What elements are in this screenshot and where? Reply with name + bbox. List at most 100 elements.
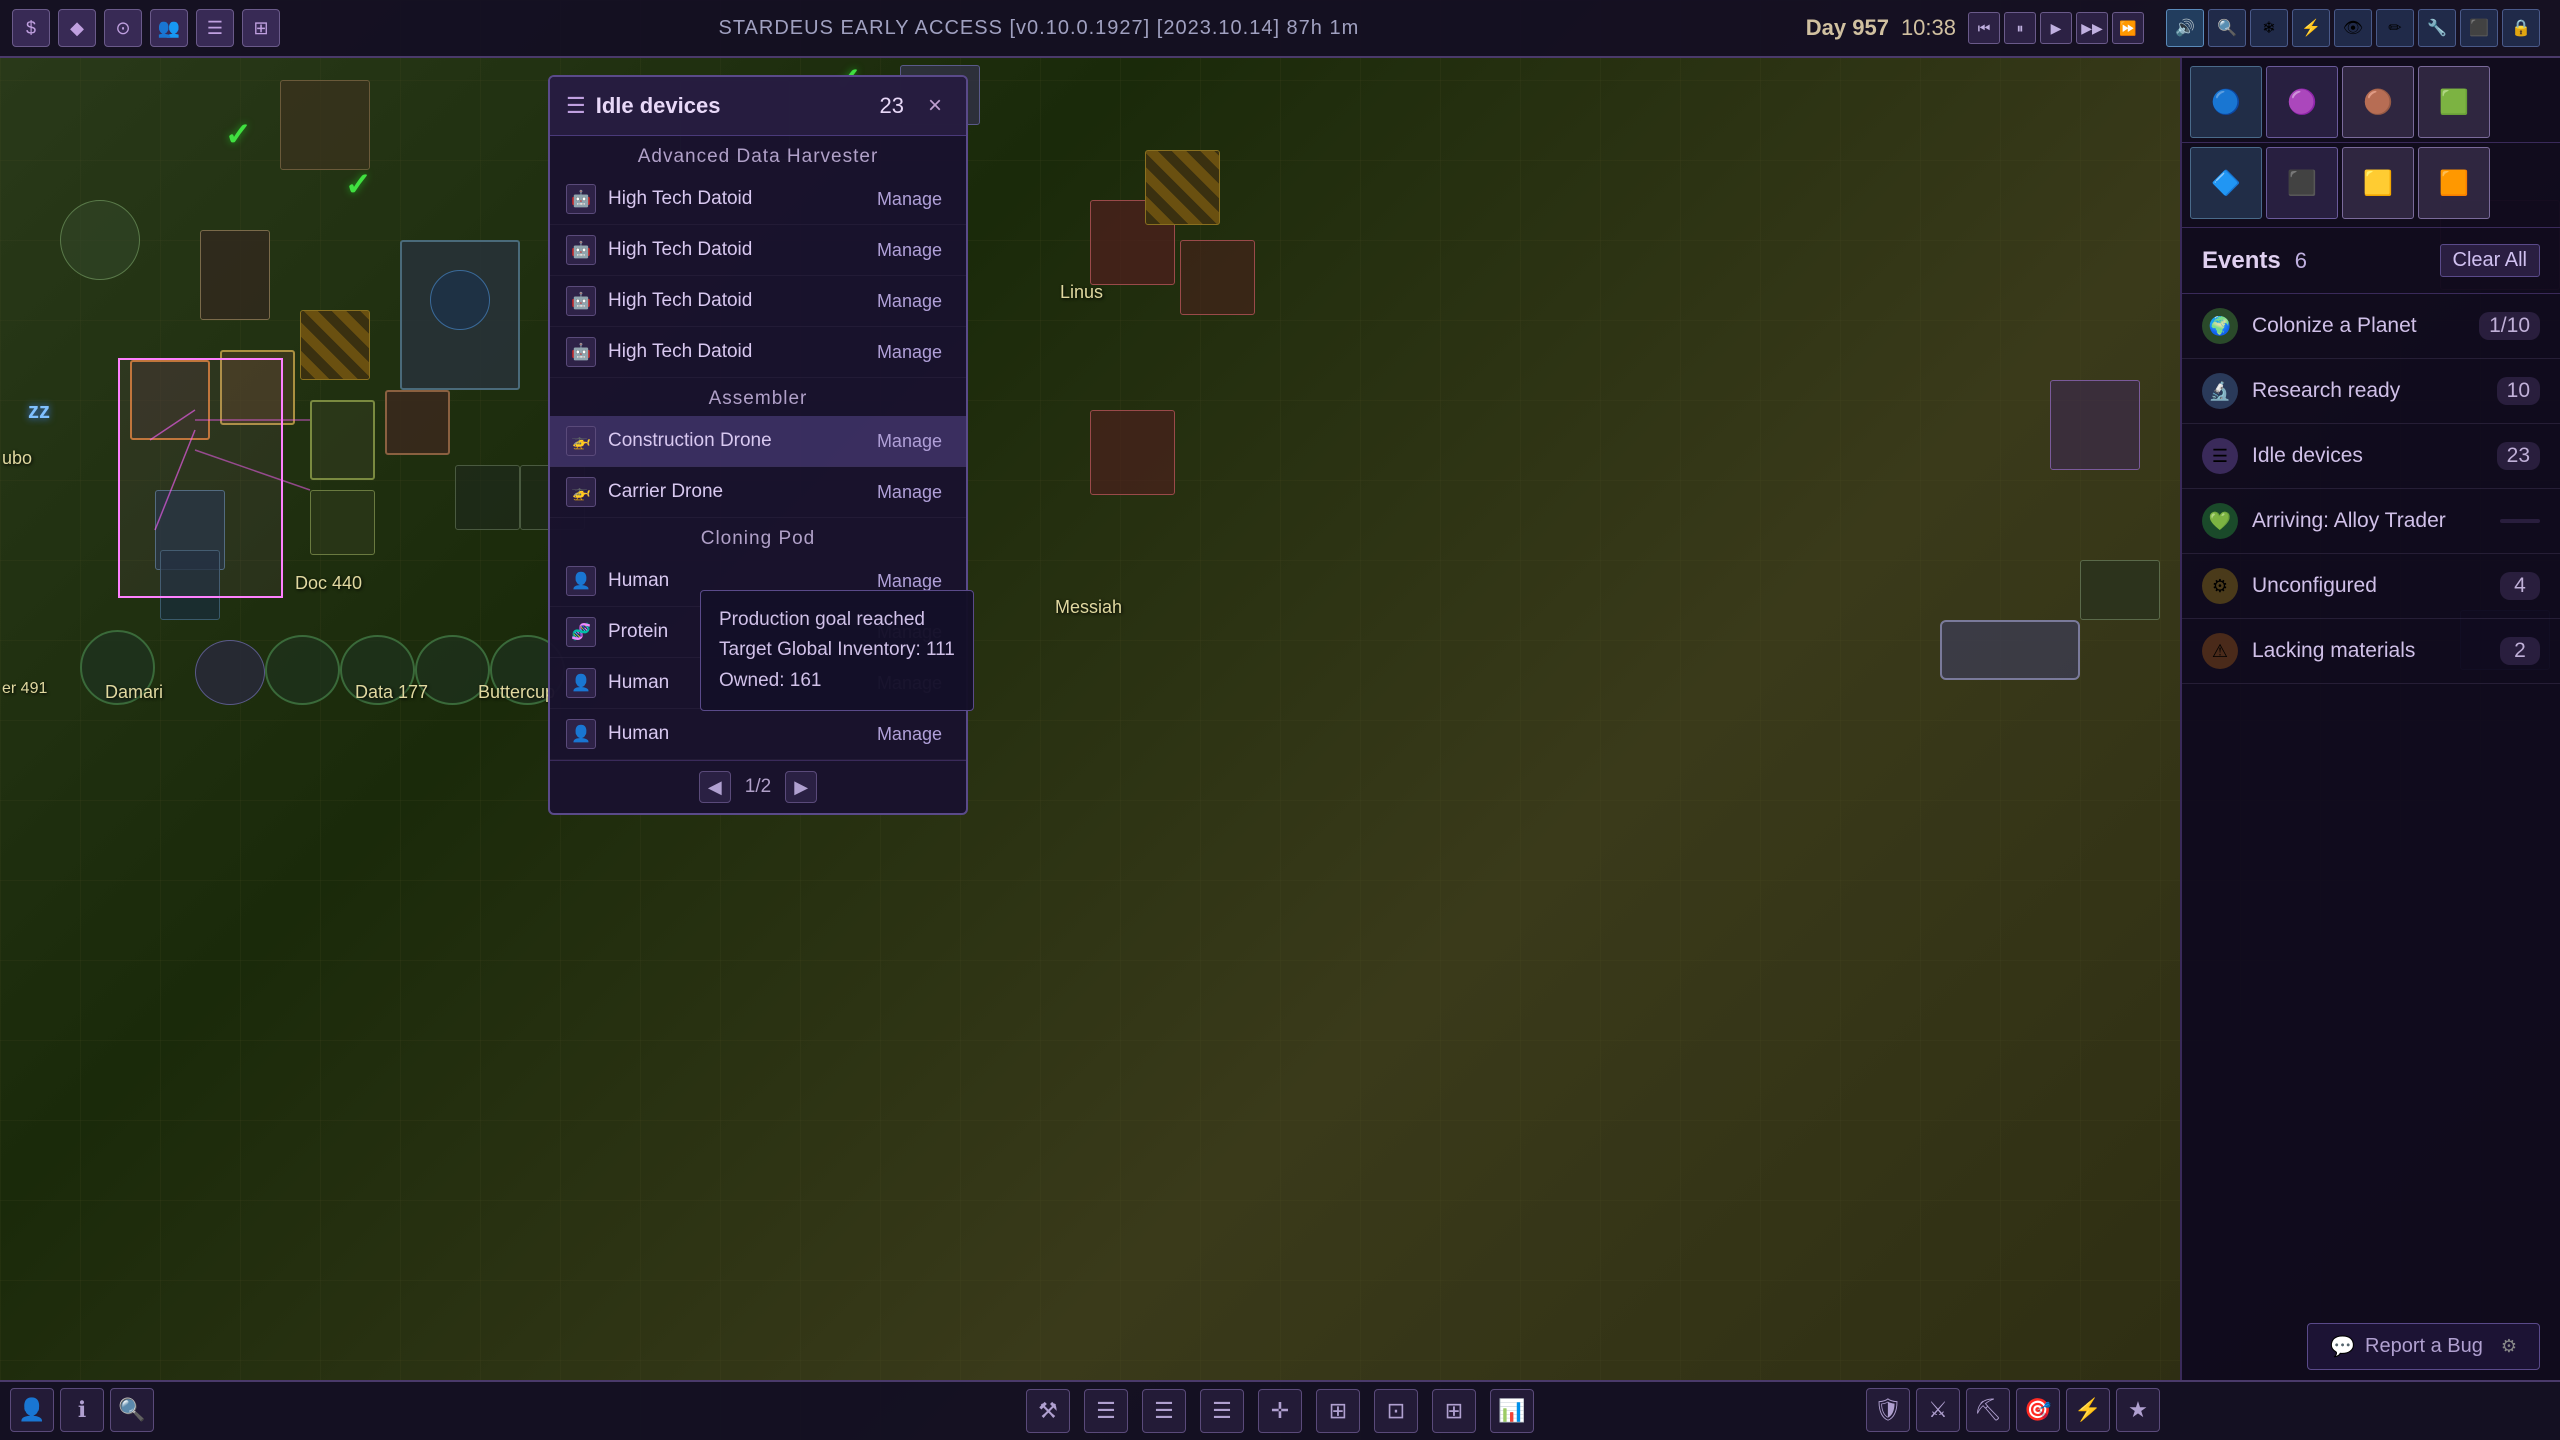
next-page-button[interactable]: ▶ (785, 771, 817, 803)
manage-btn-construction-drone[interactable]: Manage (869, 429, 950, 454)
toolbar-icon-7[interactable]: ⊡ (1374, 1389, 1418, 1433)
prev-page-button[interactable]: ◀ (699, 771, 731, 803)
play-rewind[interactable]: ⏮ (1968, 12, 2000, 44)
rr-icon-2[interactable]: 🟣 (2266, 66, 2338, 138)
toolbar-icon-5[interactable]: ✛ (1258, 1389, 1302, 1433)
idle-panel-close-button[interactable]: × (920, 91, 950, 121)
event-icon-trader: 💚 (2202, 503, 2238, 539)
datoid-icon4: 🤖 (566, 337, 596, 367)
device-row-datoid4[interactable]: 🤖 High Tech Datoid Manage (550, 327, 966, 378)
device-row-datoid2[interactable]: 🤖 High Tech Datoid Manage (550, 225, 966, 276)
event-left-research: 🔬 Research ready (2202, 373, 2400, 409)
manage-btn-carrier-drone[interactable]: Manage (869, 480, 950, 505)
icon-people[interactable]: 👥 (150, 9, 188, 47)
res-icon-9[interactable]: 🔒 (2502, 9, 2540, 47)
bottom-left-icons: 👤 ℹ 🔍 (10, 1388, 154, 1432)
device-row-carrier-drone[interactable]: 🚁 Carrier Drone Manage (550, 467, 966, 518)
res-icon-1[interactable]: 🔊 (2166, 9, 2204, 47)
rr-icon-7[interactable]: 🟨 (2342, 147, 2414, 219)
rr-icon-6[interactable]: ⬛ (2266, 147, 2338, 219)
device-name-human3: Human (608, 723, 869, 745)
report-bug-button[interactable]: 💬 Report a Bug ⚙ (2307, 1323, 2540, 1370)
manage-btn-datoid2[interactable]: Manage (869, 238, 950, 263)
event-icon-unconf: ⚙ (2202, 568, 2238, 604)
manage-btn-datoid1[interactable]: Manage (869, 187, 950, 212)
sword-icon[interactable]: ⚔ (1916, 1388, 1960, 1432)
player-icon[interactable]: 👤 (10, 1388, 54, 1432)
rr-icon-1[interactable]: 🔵 (2190, 66, 2262, 138)
device-row-human3[interactable]: 👤 Human Manage (550, 709, 966, 760)
event-colonize[interactable]: 🌍 Colonize a Planet 1/10 (2182, 294, 2560, 359)
event-label-idle: Idle devices (2252, 444, 2363, 468)
res-icon-6[interactable]: ✏ (2376, 9, 2414, 47)
icon-diamond[interactable]: ◆ (58, 9, 96, 47)
toolbar-icon-1[interactable]: ⚒ (1026, 1389, 1070, 1433)
category-cloning: Cloning Pod (550, 518, 966, 556)
res-icon-8[interactable]: ⬛ (2460, 9, 2498, 47)
event-count-research: 10 (2497, 377, 2540, 405)
game-structure-red2 (1090, 410, 1175, 495)
res-icon-4[interactable]: ⚡ (2292, 9, 2330, 47)
res-icon-3[interactable]: ❄ (2250, 9, 2288, 47)
device-row-datoid3[interactable]: 🤖 High Tech Datoid Manage (550, 276, 966, 327)
toolbar-icon-4[interactable]: ☰ (1200, 1389, 1244, 1433)
manage-btn-datoid4[interactable]: Manage (869, 340, 950, 365)
item-floor2 (385, 390, 450, 455)
toolbar-icon-6[interactable]: ⊞ (1316, 1389, 1360, 1433)
game-version: STARDEUS EARLY ACCESS [v0.10.0.1927] [20… (292, 17, 1786, 40)
rr-icon-3[interactable]: 🟤 (2342, 66, 2414, 138)
top-resource-icons: 🔊 🔍 ❄ ⚡ 👁 ✏ 🔧 ⬛ 🔒 (2166, 9, 2540, 47)
event-trader[interactable]: 💚 Arriving: Alloy Trader (2182, 489, 2560, 554)
target-icon[interactable]: 🎯 (2016, 1388, 2060, 1432)
top-bar-right: Day 957 10:38 ⏮ ⏸ ▶ ▶▶ ⏩ 🔊 🔍 ❄ ⚡ 👁 ✏ 🔧 ⬛… (1786, 9, 2560, 47)
event-left-trader: 💚 Arriving: Alloy Trader (2202, 503, 2446, 539)
pick-icon[interactable]: ⛏ (1966, 1388, 2010, 1432)
power-icon[interactable]: ⚡ (2066, 1388, 2110, 1432)
icon-money[interactable]: $ (12, 9, 50, 47)
play-pause[interactable]: ⏸ (2004, 12, 2036, 44)
event-research[interactable]: 🔬 Research ready 10 (2182, 359, 2560, 424)
clear-all-button[interactable]: Clear All (2440, 244, 2540, 277)
top-bar-left: $ ◆ ⊙ 👥 ☰ ⊞ (0, 9, 292, 47)
icon-target[interactable]: ⊙ (104, 9, 142, 47)
magnify-icon[interactable]: 🔍 (110, 1388, 154, 1432)
play-play[interactable]: ▶ (2040, 12, 2072, 44)
bottom-toolbar: ⚒ ☰ ☰ ☰ ✛ ⊞ ⊡ ⊞ 📊 🛡 ⚔ ⛏ 🎯 ⚡ ★ 👤 ℹ 🔍 (0, 1380, 2560, 1440)
item-floor1 (310, 400, 375, 480)
toolbar-icon-3[interactable]: ☰ (1142, 1389, 1186, 1433)
device-row-datoid1[interactable]: 🤖 High Tech Datoid Manage (550, 174, 966, 225)
event-icon-idle: ☰ (2202, 438, 2238, 474)
icon-list[interactable]: ☰ (196, 9, 234, 47)
event-lacking[interactable]: ⚠ Lacking materials 2 (2182, 619, 2560, 684)
event-left-lacking: ⚠ Lacking materials (2202, 633, 2415, 669)
icon-grid[interactable]: ⊞ (242, 9, 280, 47)
event-icon-colonize: 🌍 (2202, 308, 2238, 344)
time-display: 10:38 (1901, 15, 1956, 41)
star-icon[interactable]: ★ (2116, 1388, 2160, 1432)
rr-icon-4[interactable]: 🟩 (2418, 66, 2490, 138)
rr-icon-5[interactable]: 🔷 (2190, 147, 2262, 219)
play-fast[interactable]: ▶▶ (2076, 12, 2108, 44)
rr-icon-8[interactable]: 🟧 (2418, 147, 2490, 219)
event-unconfigured[interactable]: ⚙ Unconfigured 4 (2182, 554, 2560, 619)
top-bar: $ ◆ ⊙ 👥 ☰ ⊞ STARDEUS EARLY ACCESS [v0.10… (0, 0, 2560, 58)
manage-btn-human3[interactable]: Manage (869, 722, 950, 747)
res-icon-7[interactable]: 🔧 (2418, 9, 2456, 47)
res-icon-5[interactable]: 👁 (2334, 9, 2372, 47)
game-object-tree (60, 200, 140, 280)
toolbar-icon-8[interactable]: ⊞ (1432, 1389, 1476, 1433)
info-icon[interactable]: ℹ (60, 1388, 104, 1432)
play-faster[interactable]: ⏩ (2112, 12, 2144, 44)
event-idle[interactable]: ☰ Idle devices 23 (2182, 424, 2560, 489)
manage-btn-datoid3[interactable]: Manage (869, 289, 950, 314)
green-check3: ✓ (345, 165, 372, 203)
event-label-trader: Arriving: Alloy Trader (2252, 509, 2446, 533)
shield-icon[interactable]: 🛡 (1866, 1388, 1910, 1432)
green-check2: ✓ (225, 115, 252, 153)
right-resource-rows: 🔵 🟣 🟤 🟩 (2182, 58, 2560, 143)
toolbar-icon-9[interactable]: 📊 (1490, 1389, 1534, 1433)
device-row-construction-drone[interactable]: 🚁 Construction Drone Manage (550, 416, 966, 467)
res-icon-2[interactable]: 🔍 (2208, 9, 2246, 47)
report-bug-settings-icon: ⚙ (2501, 1336, 2517, 1357)
toolbar-icon-2[interactable]: ☰ (1084, 1389, 1128, 1433)
